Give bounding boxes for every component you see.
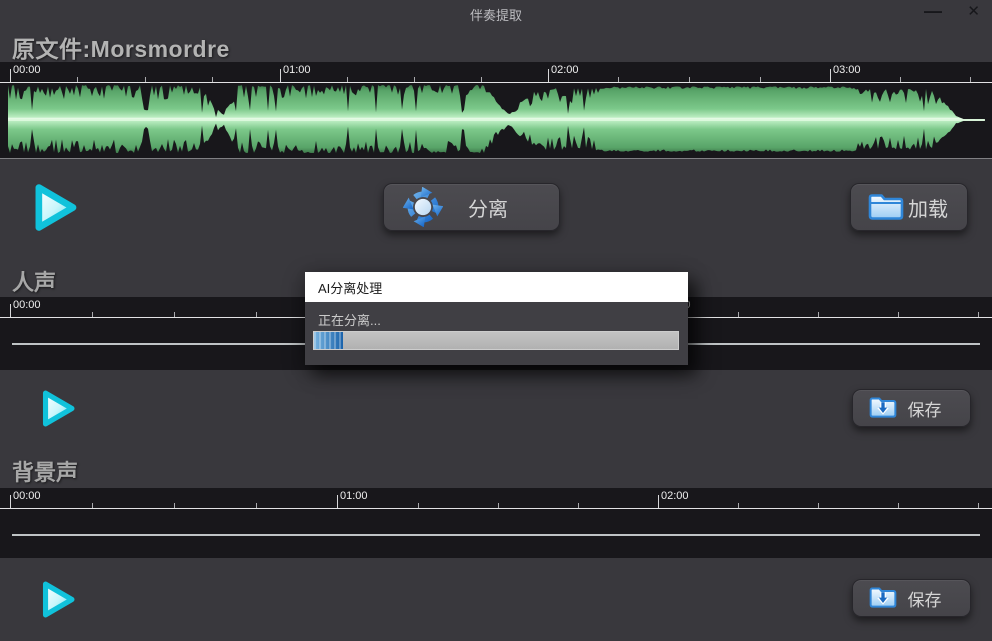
play-icon: [36, 385, 80, 432]
ruler-minor-tick: [212, 77, 213, 82]
ruler-time-label: 01:00: [283, 64, 311, 76]
original-waveform-panel[interactable]: 00:00 01:00 02:00 03:00: [0, 62, 992, 159]
ruler-minor-tick: [738, 503, 739, 508]
ruler-minor-tick: [174, 503, 175, 508]
ruler-minor-tick: [818, 503, 819, 508]
ruler-time-label: 02:00: [661, 490, 689, 502]
ruler-major-tick: [830, 69, 831, 82]
play-original-button[interactable]: [26, 179, 84, 236]
ruler-time-label: 03:00: [833, 64, 861, 76]
ruler-minor-tick: [498, 503, 499, 508]
play-icon: [36, 576, 80, 623]
background-timeline-ruler: 00:00 01:00 02:00: [0, 488, 992, 509]
ruler-minor-tick: [689, 77, 690, 82]
ruler-major-tick: [337, 495, 338, 508]
load-button-label: 加载: [905, 193, 951, 222]
ruler-minor-tick: [77, 77, 78, 82]
ruler-minor-tick: [738, 312, 739, 317]
save-background-button[interactable]: 保存: [852, 579, 971, 617]
ruler-major-tick: [658, 495, 659, 508]
ruler-major-tick: [548, 69, 549, 82]
dialog-title: AI分离处理: [318, 278, 382, 297]
separate-button[interactable]: 分离: [383, 183, 560, 231]
progress-bar-track: [313, 331, 679, 350]
dialog-status-text: 正在分离...: [318, 310, 381, 329]
background-zero-line: [12, 534, 980, 536]
original-timeline-ruler: 00:00 01:00 02:00 03:00: [0, 62, 992, 83]
background-section-label: 背景声: [12, 455, 78, 487]
folder-open-icon: [867, 191, 905, 223]
sync-icon: [403, 187, 443, 227]
ruler-minor-tick: [92, 312, 93, 317]
waveform-center-line: [8, 119, 985, 121]
separate-button-label: 分离: [443, 193, 533, 222]
ruler-minor-tick: [256, 503, 257, 508]
dialog-body: 正在分离...: [305, 302, 688, 365]
ruler-major-tick: [10, 495, 11, 508]
ai-separation-dialog: AI分离处理 正在分离...: [305, 272, 688, 365]
play-vocals-button[interactable]: [36, 385, 80, 432]
ruler-minor-tick: [618, 77, 619, 82]
ruler-minor-tick: [481, 77, 482, 82]
save-button-label: 保存: [897, 396, 952, 421]
ruler-minor-tick: [414, 77, 415, 82]
ruler-minor-tick: [818, 312, 819, 317]
ruler-time-label: 00:00: [13, 490, 41, 502]
ruler-minor-tick: [970, 77, 971, 82]
save-folder-icon: [869, 585, 897, 611]
title-bar: 伴奏提取 — ✕: [0, 0, 992, 26]
ruler-minor-tick: [898, 312, 899, 317]
ruler-minor-tick: [347, 77, 348, 82]
ruler-minor-tick: [92, 503, 93, 508]
save-folder-icon: [869, 395, 897, 421]
ruler-time-label: 00:00: [13, 299, 41, 311]
play-icon: [26, 179, 84, 236]
original-file-label: 原文件:Morsmordre: [12, 30, 230, 64]
ruler-minor-tick: [898, 503, 899, 508]
close-icon[interactable]: ✕: [967, 4, 980, 19]
save-button-label: 保存: [897, 586, 952, 611]
ruler-minor-tick: [174, 312, 175, 317]
play-background-button[interactable]: [36, 576, 80, 623]
window-title: 伴奏提取: [0, 5, 992, 24]
ruler-minor-tick: [760, 77, 761, 82]
ruler-minor-tick: [145, 77, 146, 82]
ruler-major-tick: [10, 304, 11, 317]
vocals-section-label: 人声: [12, 265, 56, 297]
minimize-icon[interactable]: —: [924, 2, 942, 20]
ruler-minor-tick: [900, 77, 901, 82]
original-waveform[interactable]: [0, 83, 992, 158]
ruler-minor-tick: [978, 312, 979, 317]
ruler-minor-tick: [256, 312, 257, 317]
ruler-time-label: 00:00: [13, 64, 41, 76]
ruler-time-label: 02:00: [551, 64, 579, 76]
background-waveform-panel[interactable]: 00:00 01:00 02:00: [0, 488, 992, 558]
dialog-header: AI分离处理: [305, 272, 688, 302]
ruler-minor-tick: [418, 503, 419, 508]
ruler-minor-tick: [578, 503, 579, 508]
ruler-time-label: 01:00: [340, 490, 368, 502]
ruler-major-tick: [10, 69, 11, 82]
ruler-minor-tick: [978, 503, 979, 508]
progress-bar-fill: [314, 332, 343, 349]
ruler-major-tick: [280, 69, 281, 82]
load-button[interactable]: 加载: [850, 183, 968, 231]
save-vocals-button[interactable]: 保存: [852, 389, 971, 427]
